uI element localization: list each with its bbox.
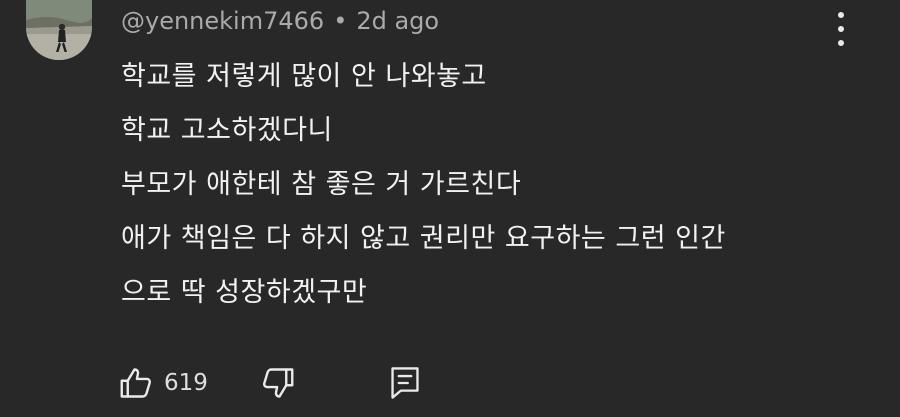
comment-line: 학교 고소하겠다니 xyxy=(121,115,333,146)
comment-actions: 619 xyxy=(118,360,438,406)
avatar[interactable] xyxy=(26,0,92,60)
comment-meta: @yennekim7466 • 2d ago xyxy=(121,6,439,36)
author-name[interactable]: @yennekim7466 xyxy=(121,7,324,35)
dislike-button[interactable] xyxy=(260,360,296,406)
reply-button[interactable] xyxy=(388,360,422,406)
more-vert-icon[interactable] xyxy=(826,12,856,46)
like-button[interactable]: 619 xyxy=(118,360,208,406)
thumbs-up-icon xyxy=(118,365,154,401)
meta-separator: • xyxy=(333,7,348,35)
comment-line: 으로 딱 성장하겠구만 xyxy=(121,277,368,308)
like-count: 619 xyxy=(164,370,208,396)
comment-body: 학교를 저렇게 많이 안 나와놓고 학교 고소하겠다니 부모가 애한테 참 좋은… xyxy=(121,50,861,320)
comment-line: 부모가 애한테 참 좋은 거 가르친다 xyxy=(121,169,522,200)
comment-line: 학교를 저렇게 많이 안 나와놓고 xyxy=(121,61,487,92)
comment-timestamp[interactable]: 2d ago xyxy=(356,7,439,35)
comment-line: 애가 책임은 다 하지 않고 권리만 요구하는 그런 인간 xyxy=(121,223,726,254)
thumbs-down-icon xyxy=(260,365,296,401)
reply-comment-icon xyxy=(388,365,422,401)
